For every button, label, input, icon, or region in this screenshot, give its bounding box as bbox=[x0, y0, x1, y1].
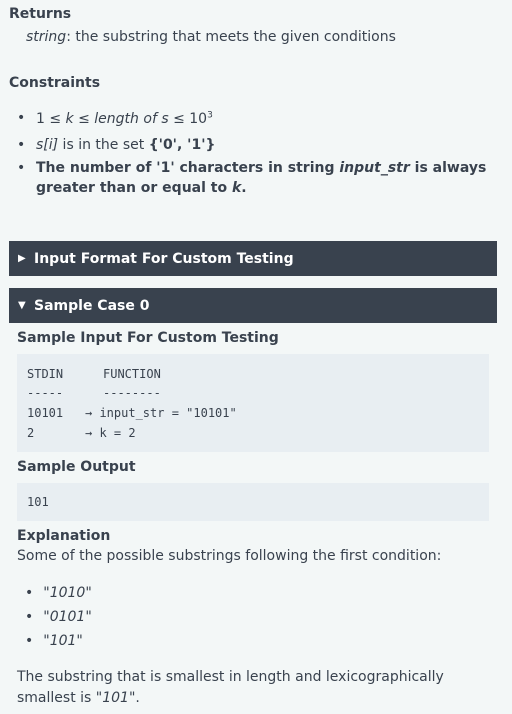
caret-down-icon: ▼ bbox=[18, 300, 26, 311]
explanation-item-3: • "101" bbox=[25, 633, 83, 649]
sample-input-heading: Sample Input For Custom Testing bbox=[17, 330, 279, 346]
constraint-item-2: • s[i] is in the set {'0', '1'} bbox=[17, 137, 216, 153]
explanation-item-2: • "0101" bbox=[25, 609, 92, 625]
explanation-conclusion: The substring that is smallest in length… bbox=[17, 669, 444, 706]
returns-type: string bbox=[26, 29, 67, 45]
sample-case-section-label: Sample Case 0 bbox=[34, 297, 150, 314]
explanation-item-1: • "1010" bbox=[25, 585, 92, 601]
sample-input-codeblock: STDIN FUNCTION ----- -------- 10101 → in… bbox=[17, 354, 489, 452]
sample-output-codeblock: 101 bbox=[17, 483, 489, 521]
constraint-item-1: • 1 ≤ k ≤ length of s ≤ 103 bbox=[17, 110, 213, 127]
explanation-heading: Explanation bbox=[17, 528, 111, 544]
constraint-item-3: • The number of '1' characters in string… bbox=[17, 160, 487, 196]
sample-case-section-toggle[interactable]: ▼ Sample Case 0 bbox=[9, 288, 497, 323]
explanation-intro: Some of the possible substrings followin… bbox=[17, 548, 442, 564]
caret-right-icon: ▶ bbox=[18, 253, 26, 264]
sample-output-heading: Sample Output bbox=[17, 459, 136, 475]
constraints-heading: Constraints bbox=[9, 75, 101, 91]
returns-text: : the substring that meets the given con… bbox=[66, 29, 396, 45]
input-format-section-toggle[interactable]: ▶ Input Format For Custom Testing bbox=[9, 241, 497, 276]
returns-description: string: the substring that meets the giv… bbox=[26, 29, 396, 45]
returns-heading: Returns bbox=[9, 6, 72, 22]
input-format-section-label: Input Format For Custom Testing bbox=[34, 250, 294, 267]
